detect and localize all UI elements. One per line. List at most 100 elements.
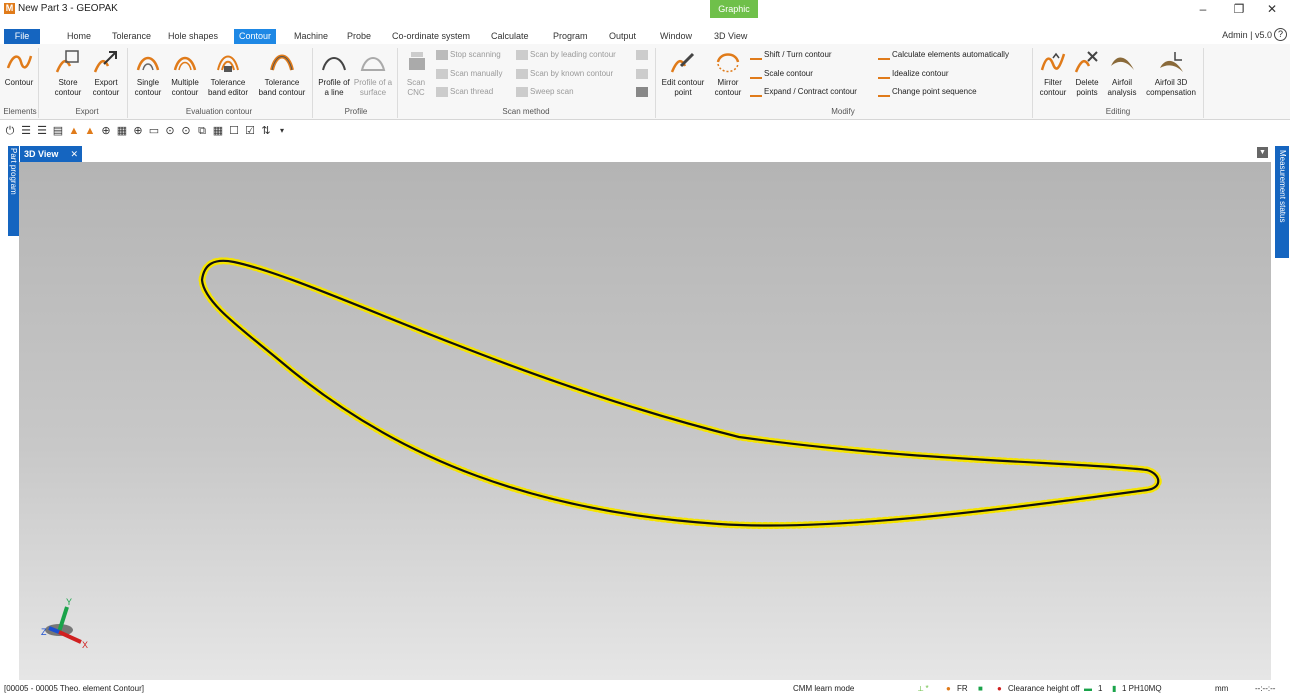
group-export: Export [75, 107, 99, 116]
profile-of-line-button[interactable]: Profile of a line [318, 48, 350, 98]
3d-viewport[interactable]: Y X Z [19, 162, 1271, 680]
graphic-context-tab[interactable]: Graphic [710, 0, 758, 18]
change-sequence-icon [878, 87, 890, 97]
airfoil-analysis-icon [1111, 57, 1134, 70]
scan-thread-button[interactable]: Scan thread [436, 86, 493, 98]
probe-change-icon[interactable]: ▲ [84, 125, 96, 137]
minimize-button[interactable]: – [1185, 0, 1221, 18]
filter-contour-icon [1040, 52, 1066, 71]
scan-leading-contour-button[interactable]: Scan by leading contour [516, 49, 616, 61]
scan-option-3-icon[interactable] [636, 86, 650, 98]
stop-scanning-button[interactable]: Stop scanning [436, 49, 501, 61]
tab-contour[interactable]: Contour [234, 29, 277, 44]
scan-manually-button[interactable]: Scan manually [436, 68, 502, 80]
scale-contour-button[interactable]: Scale contour [750, 68, 813, 80]
expand-contract-contour-button[interactable]: Expand / Contract contour [750, 86, 857, 98]
tolerance-band-editor-button[interactable]: Tolerance band editor [204, 48, 252, 98]
scan-thread-icon [436, 86, 448, 97]
tab-3d-view-document[interactable]: 3D View ✕ [20, 146, 82, 162]
maximize-button[interactable]: ❐ [1221, 0, 1257, 18]
group-scan-method: Scan method [502, 107, 550, 116]
tab-probe[interactable]: Probe [342, 29, 376, 44]
edit-contour-point-button[interactable]: Edit contour point [657, 48, 709, 98]
viewport-canvas[interactable]: Y X Z [19, 162, 1271, 680]
list-icon[interactable]: ☰ [20, 125, 32, 137]
tab-file[interactable]: File [4, 29, 40, 44]
status-element: [00005 - 00005 Theo. element Contour] [4, 684, 144, 693]
ribbon-separator [127, 48, 128, 118]
status-unit: mm [1215, 684, 1229, 693]
scan-known-contour-button[interactable]: Scan by known contour [516, 68, 613, 80]
probe-list-icon[interactable]: ▤ [52, 125, 64, 137]
ribbon-separator [38, 48, 39, 118]
zoom-icon[interactable]: ⊕ [132, 125, 144, 137]
multiple-contour-button[interactable]: Multiple contour [167, 48, 203, 98]
tab-hole-shapes[interactable]: Hole shapes [163, 29, 223, 44]
customize-toolbar-icon[interactable]: ▾ [276, 125, 288, 137]
sort-icon[interactable]: ⇅ [260, 125, 272, 137]
ribbon: Contour Elements Store contour Export co… [0, 44, 1290, 120]
close-view-icon[interactable]: ✕ [70, 146, 78, 162]
sweep-scan-button[interactable]: Sweep scan [516, 86, 574, 98]
scan-option-1-icon[interactable] [636, 49, 650, 61]
crosshair-icon[interactable]: ⊕ [100, 125, 112, 137]
export-contour-button[interactable]: Export contour [88, 48, 124, 98]
view-dropdown-icon[interactable]: ▼ [1257, 147, 1268, 158]
list-alt-icon[interactable]: ☰ [36, 125, 48, 137]
copy-view-icon[interactable]: ⧉ [196, 125, 208, 137]
scan-cnc-button[interactable]: Scan CNC [403, 48, 429, 98]
power-icon[interactable]: ⏻ [4, 125, 16, 137]
status-mode: CMM learn mode [793, 684, 855, 693]
contour-button[interactable]: Contour [4, 48, 34, 88]
close-button[interactable]: ✕ [1254, 0, 1290, 18]
tab-program[interactable]: Program [548, 29, 593, 44]
delete-points-icon [1074, 51, 1098, 73]
checkbox-empty-icon[interactable]: ☐ [228, 125, 240, 137]
airfoil-3d-compensation-button[interactable]: Airfoil 3D compensation [1141, 48, 1201, 98]
calculate-elements-automatically-button[interactable]: Calculate elements automatically [878, 49, 1009, 61]
help-icon[interactable]: ? [1274, 28, 1287, 41]
filter-contour-button[interactable]: Filter contour [1036, 48, 1070, 98]
status-fr: FR [957, 684, 968, 693]
single-contour-button[interactable]: Single contour [130, 48, 166, 98]
group-modify: Modify [831, 107, 855, 116]
user-version[interactable]: Admin | v5.0 [1222, 30, 1272, 40]
airfoil-analysis-button[interactable]: Airfoil analysis [1104, 48, 1140, 98]
probe-icon[interactable]: ▲ [68, 125, 80, 137]
tolerance-band-contour-button[interactable]: Tolerance band contour [256, 48, 308, 98]
tab-output[interactable]: Output [604, 29, 641, 44]
axis-triad: Y X Z [41, 597, 88, 650]
ribbon-separator [1203, 48, 1204, 118]
sweep-scan-icon [516, 86, 528, 97]
tab-home[interactable]: Home [62, 29, 96, 44]
airfoil-3d-icon [1160, 52, 1183, 72]
mirror-contour-button[interactable]: Mirror contour [710, 48, 746, 98]
menu-bar: File Home Tolerance Hole shapes Contour … [0, 29, 1290, 44]
store-contour-button[interactable]: Store contour [50, 48, 86, 98]
part-program-side-tab[interactable]: Part program [8, 146, 19, 236]
tab-window[interactable]: Window [655, 29, 697, 44]
zoom-window-icon[interactable]: ▭ [148, 125, 160, 137]
tab-coordinate-system[interactable]: Co-ordinate system [387, 29, 475, 44]
ribbon-separator [397, 48, 398, 118]
scan-option-2-icon[interactable] [636, 68, 650, 80]
profile-of-surface-button[interactable]: Profile of a surface [352, 48, 394, 98]
calendar-icon[interactable]: ▦ [212, 125, 224, 137]
tab-tolerance[interactable]: Tolerance [107, 29, 156, 44]
tab-3d-view[interactable]: 3D View [709, 29, 752, 44]
scan-leading-icon [516, 49, 528, 60]
status-fr-icon: ● [946, 684, 951, 693]
tab-machine[interactable]: Machine [289, 29, 333, 44]
change-point-sequence-button[interactable]: Change point sequence [878, 86, 977, 98]
group-editing: Editing [1105, 107, 1131, 116]
delete-points-button[interactable]: Delete points [1071, 48, 1103, 98]
tab-calculate[interactable]: Calculate [486, 29, 534, 44]
shift-turn-contour-button[interactable]: Shift / Turn contour [750, 49, 832, 61]
airfoil-nominal-line [200, 259, 1160, 527]
calculator-icon[interactable]: ▦ [116, 125, 128, 137]
zoom-in-icon[interactable]: ⊙ [164, 125, 176, 137]
zoom-out-icon[interactable]: ⊙ [180, 125, 192, 137]
checkbox-checked-icon[interactable]: ☑ [244, 125, 256, 137]
idealize-contour-button[interactable]: Idealize contour [878, 68, 948, 80]
measurement-status-side-tab[interactable]: Measurement status [1275, 146, 1289, 258]
